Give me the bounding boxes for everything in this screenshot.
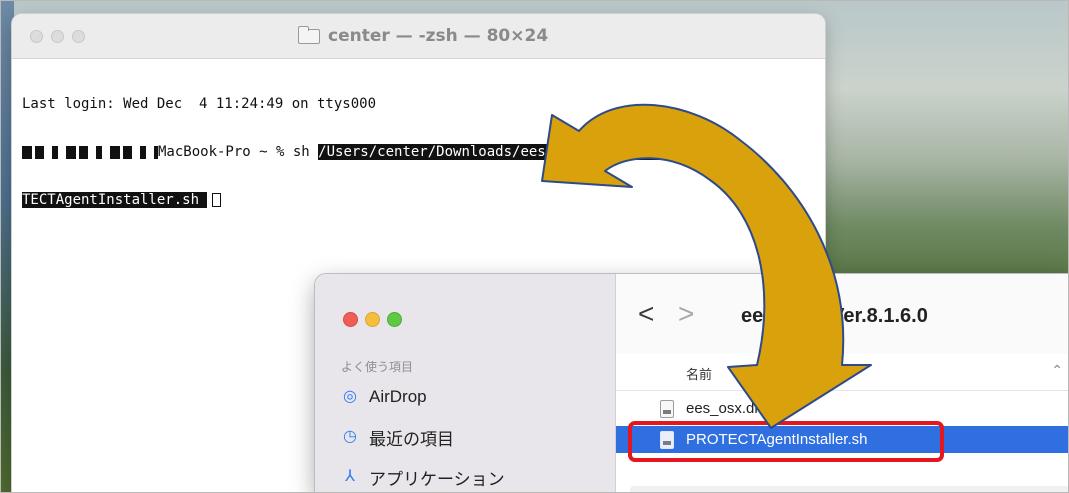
script-path-part2: TECTAgentInstaller.sh — [22, 192, 208, 208]
airdrop-icon: ◎ — [343, 388, 357, 405]
back-button[interactable]: < — [638, 298, 654, 330]
clock-icon: ◷ — [343, 428, 357, 445]
file-row[interactable]: ees_osx.dmg — [616, 395, 1069, 422]
terminal-output[interactable]: Last login: Wed Dec 4 11:24:49 on ttys00… — [22, 64, 715, 240]
name-column-header[interactable]: 名前 — [686, 364, 712, 383]
file-name: ees_osx.dmg — [686, 400, 776, 417]
folder-icon — [298, 25, 320, 44]
minimize-button[interactable] — [51, 30, 64, 43]
sidebar-item-applications[interactable]: ⅄ アプリケーション — [341, 465, 505, 489]
folder-title: ees_osx_Ver.8.1.6.0 — [741, 305, 928, 327]
next-row-placeholder — [630, 486, 1069, 493]
highlight-box — [628, 421, 944, 462]
text-cursor — [212, 193, 222, 207]
disk-image-icon — [660, 399, 674, 418]
finder-toolbar: < > ees_osx_Ver.8.1.6.0 — [616, 274, 1069, 355]
terminal-titlebar[interactable]: center — -zsh — 80×24 — [12, 14, 825, 59]
command-line-wrap: TECTAgentInstaller.sh — [22, 192, 714, 208]
favorites-section-label: よく使う項目 — [341, 360, 414, 374]
finder-zoom-button[interactable] — [387, 312, 402, 327]
sidebar-item-recents[interactable]: ◷ 最近の項目 — [341, 425, 454, 449]
sort-chevron-icon: ⌃ — [1051, 362, 1063, 378]
sidebar-item-airdrop[interactable]: ◎ AirDrop — [341, 385, 427, 409]
redacted-username — [22, 146, 158, 159]
sidebar-item-label: 最近の項目 — [369, 429, 454, 449]
finder-close-button[interactable] — [343, 312, 358, 327]
last-login-line: Last login: Wed Dec 4 11:24:49 on ttys00… — [22, 96, 377, 112]
prompt-text: MacBook-Pro ~ % sh — [158, 144, 319, 160]
zoom-button[interactable] — [72, 30, 85, 43]
script-path-part1: /Users/center/Downloads/ees_osx_Ver.8.1.… — [318, 144, 715, 160]
sidebar-item-label: AirDrop — [369, 387, 427, 406]
finder-minimize-button[interactable] — [365, 312, 380, 327]
finder-sidebar: よく使う項目 ◎ AirDrop ◷ 最近の項目 ⅄ アプリケーション — [315, 274, 616, 493]
terminal-title-text: center — -zsh — 80×24 — [328, 26, 549, 46]
forward-button[interactable]: > — [678, 298, 694, 330]
column-header[interactable]: 名前 ⌃ — [616, 354, 1069, 391]
close-button[interactable] — [30, 30, 43, 43]
sidebar-item-label: アプリケーション — [369, 469, 505, 489]
command-line: MacBook-Pro ~ % sh /Users/center/Downloa… — [22, 144, 715, 160]
applications-icon: ⅄ — [345, 468, 355, 485]
terminal-title: center — -zsh — 80×24 — [298, 24, 548, 48]
